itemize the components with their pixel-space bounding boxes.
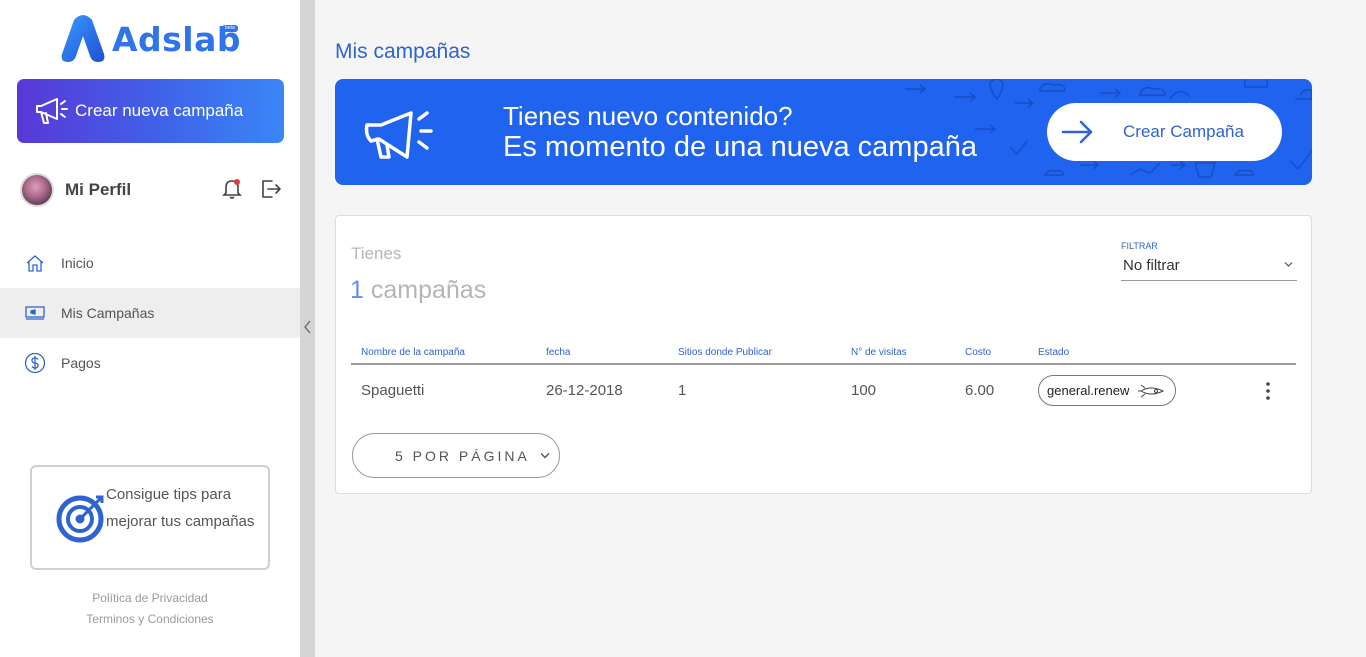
- campaign-icon: [24, 302, 46, 324]
- tips-text: Consigue tips para mejorar tus campañas: [106, 486, 255, 530]
- cell-visits: 100: [851, 382, 877, 399]
- header-actions: [1248, 345, 1296, 365]
- sidebar-collapse-handle[interactable]: [300, 0, 315, 657]
- per-page-label: 5 POR PÁGINA: [395, 447, 530, 464]
- new-content-banner: Tienes nuevo contenido? Es momento de un…: [335, 79, 1312, 185]
- chevron-left-icon: [304, 320, 311, 334]
- create-campaign-label: Crear nueva campaña: [75, 101, 244, 120]
- cell-date: 26-12-2018: [546, 382, 623, 399]
- sidebar-nav: Inicio Mis Campañas Pagos: [0, 238, 300, 388]
- campaign-count-suffix: campañas: [370, 276, 487, 304]
- header-sites[interactable]: Sitios donde Publicar: [668, 345, 841, 365]
- sidebar-item-label: Pagos: [61, 355, 101, 371]
- sidebar: Adslab beta Crear nueva campaña Mi Perfi…: [0, 0, 300, 657]
- megaphone-icon: [36, 98, 68, 124]
- filter-select[interactable]: FILTRAR No filtrar: [1121, 241, 1297, 281]
- campaigns-table: Nombre de la campaña fecha Sitios donde …: [351, 345, 1296, 416]
- status-label: general.renew: [1047, 383, 1130, 398]
- more-vert-icon[interactable]: [1258, 381, 1278, 401]
- bell-icon[interactable]: [222, 178, 242, 200]
- per-page-select[interactable]: 5 POR PÁGINA: [352, 433, 560, 478]
- sidebar-item-pagos[interactable]: Pagos: [0, 338, 300, 388]
- cell-status: general.renew: [1028, 364, 1248, 416]
- target-icon: [56, 495, 104, 543]
- logo[interactable]: Adslab: [60, 14, 241, 64]
- banner-line2: Es momento de una nueva campaña: [503, 131, 977, 163]
- avatar[interactable]: [20, 173, 54, 207]
- status-badge[interactable]: general.renew: [1038, 375, 1177, 406]
- terms-link[interactable]: Terminos y Condiciones: [0, 609, 300, 630]
- cell-cost: 6.00: [965, 382, 995, 399]
- profile: Mi Perfil: [20, 172, 282, 208]
- rocket-icon: [1138, 384, 1165, 397]
- dollar-icon: [24, 352, 46, 374]
- chevron-down-icon: [540, 453, 550, 459]
- header-status[interactable]: Estado: [1028, 345, 1248, 365]
- banner-line1: Tienes nuevo contenido?: [503, 101, 793, 131]
- sidebar-item-label: Inicio: [61, 255, 94, 271]
- home-icon: [24, 252, 46, 274]
- tips-card[interactable]: Consigue tips para mejorar tus campañas: [30, 465, 270, 570]
- footer-links: Política de Privacidad Terminos y Condic…: [0, 588, 300, 630]
- logout-icon[interactable]: [260, 178, 282, 200]
- table-row[interactable]: Spaguetti 26-12-2018 1 100 6.00 general.…: [351, 364, 1296, 416]
- campaign-count-number: 1: [350, 276, 364, 304]
- privacy-link[interactable]: Política de Privacidad: [0, 588, 300, 609]
- chevron-down-icon: [1284, 262, 1293, 267]
- header-name[interactable]: Nombre de la campaña: [351, 345, 536, 365]
- sidebar-item-label: Mis Campañas: [61, 305, 155, 321]
- create-campaign-cta-label: Crear Campaña: [1123, 122, 1244, 141]
- header-date[interactable]: fecha: [536, 345, 668, 365]
- sidebar-item-mis-campanas[interactable]: Mis Campañas: [0, 288, 300, 338]
- table-header-row: Nombre de la campaña fecha Sitios donde …: [351, 345, 1296, 365]
- header-visits[interactable]: N° de visitas: [841, 345, 955, 365]
- campaign-count: 1 campañas: [350, 276, 486, 305]
- cell-actions: [1248, 364, 1296, 416]
- summary-prefix: Tienes: [351, 244, 402, 263]
- logo-mark-icon: [61, 15, 105, 62]
- filter-value: No filtrar: [1123, 257, 1180, 274]
- create-campaign-cta[interactable]: Crear Campaña: [1047, 103, 1282, 161]
- megaphone-icon: [364, 111, 433, 159]
- sidebar-item-inicio[interactable]: Inicio: [0, 238, 300, 288]
- header-cost[interactable]: Costo: [955, 345, 1028, 365]
- cell-name: Spaguetti: [361, 382, 425, 399]
- cell-sites: 1: [678, 382, 687, 399]
- filter-label: FILTRAR: [1121, 241, 1158, 251]
- beta-badge: beta: [222, 25, 238, 32]
- campaigns-card: Tienes 1 campañas FILTRAR No filtrar Nom…: [335, 215, 1312, 494]
- profile-name[interactable]: Mi Perfil: [65, 180, 131, 200]
- arrow-right-icon: [1061, 120, 1093, 144]
- page-title: Mis campañas: [335, 40, 471, 63]
- create-campaign-button[interactable]: Crear nueva campaña: [17, 79, 284, 143]
